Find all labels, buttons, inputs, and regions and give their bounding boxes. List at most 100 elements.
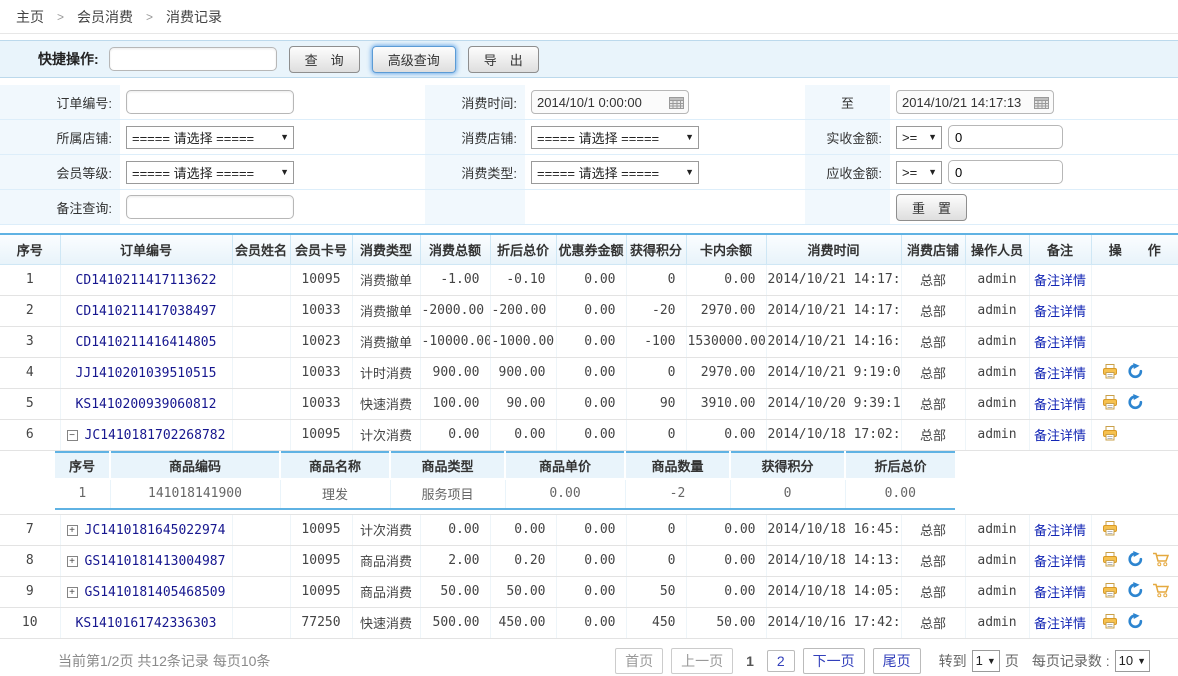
subtable-column-header: 商品类型 — [390, 452, 505, 479]
goods-subtable: 序号商品编码商品名称商品类型商品单价商品数量获得积分折后总价1141018141… — [55, 451, 955, 510]
order-no-link[interactable]: JC1410181645022974 — [85, 523, 226, 538]
consume-store-select[interactable]: ===== 请选择 =====▼ — [531, 126, 699, 149]
cell-store: 总部 — [901, 326, 965, 357]
page-size-select[interactable]: 10▼ — [1115, 650, 1150, 672]
cell-discounted: -200.00 — [490, 295, 556, 326]
own-store-select[interactable]: ===== 请选择 =====▼ — [126, 126, 294, 149]
cell-remark: 备注详情 — [1029, 545, 1091, 576]
chevron-down-icon: ▼ — [685, 167, 694, 177]
breadcrumb-member-consume[interactable]: 会员消费 — [77, 7, 133, 27]
order-no-link[interactable]: CD1410211417113622 — [76, 273, 217, 288]
consume-time-to-input[interactable]: 2014/10/21 14:17:13 — [896, 90, 1054, 114]
collapse-icon[interactable]: − — [67, 430, 78, 441]
goto-page-select[interactable]: 1▼ — [972, 650, 1000, 672]
page-next[interactable]: 下一页 — [803, 648, 865, 674]
remark-detail-link[interactable]: 备注详情 — [1034, 554, 1086, 569]
cell-coupon: 0.00 — [556, 419, 626, 450]
printer-icon[interactable] — [1102, 364, 1118, 382]
remark-detail-link[interactable]: 备注详情 — [1034, 428, 1086, 443]
expand-icon[interactable]: + — [67, 525, 78, 536]
cell-balance: 0.00 — [686, 264, 766, 295]
remark-detail-link[interactable]: 备注详情 — [1034, 366, 1086, 381]
query-button[interactable]: 查 询 — [289, 46, 360, 73]
due-amount-op-select[interactable]: >=▼ — [896, 161, 942, 184]
member-level-select[interactable]: ===== 请选择 =====▼ — [126, 161, 294, 184]
order-no-link[interactable]: CD1410211416414805 — [76, 335, 217, 350]
cell-consume-type: 计次消费 — [352, 514, 420, 545]
printer-icon[interactable] — [1102, 521, 1118, 539]
cell-order-no: −JC1410181702268782 — [60, 419, 232, 450]
cell-order-no: + GS1410181405468509 — [60, 576, 232, 607]
cell-remark: 备注详情 — [1029, 295, 1091, 326]
consume-time-from-input[interactable]: 2014/10/1 0:00:00 — [531, 90, 689, 114]
remark-detail-link[interactable]: 备注详情 — [1034, 616, 1086, 631]
calendar-icon[interactable] — [1034, 96, 1049, 109]
subtable-cell: 理发 — [280, 479, 390, 509]
cart-icon[interactable] — [1152, 551, 1170, 570]
column-header: 订单编号 — [60, 234, 232, 264]
undo-icon[interactable] — [1127, 582, 1143, 601]
due-amount-input[interactable] — [948, 160, 1063, 184]
calendar-icon[interactable] — [669, 96, 684, 109]
remark-detail-link[interactable]: 备注详情 — [1034, 304, 1086, 319]
cell-consume-type: 消费撤单 — [352, 295, 420, 326]
printer-icon[interactable] — [1102, 614, 1118, 632]
printer-icon[interactable] — [1102, 552, 1118, 570]
order-no-link[interactable]: JJ1410201039510515 — [76, 366, 217, 381]
order-no-link[interactable]: GS1410181413004987 — [85, 554, 226, 569]
cell-remark: 备注详情 — [1029, 388, 1091, 419]
undo-icon[interactable] — [1127, 394, 1143, 413]
remark-detail-link[interactable]: 备注详情 — [1034, 273, 1086, 288]
order-no-link[interactable]: CD1410211417038497 — [76, 304, 217, 319]
cell-balance: 0.00 — [686, 419, 766, 450]
advanced-query-button[interactable]: 高级查询 — [372, 46, 456, 73]
cell-operator: admin — [965, 295, 1029, 326]
cell-discounted: 0.00 — [490, 419, 556, 450]
printer-icon[interactable] — [1102, 395, 1118, 413]
remark-detail-link[interactable]: 备注详情 — [1034, 335, 1086, 350]
order-no-link[interactable]: KS1410161742336303 — [76, 616, 217, 631]
cart-icon[interactable] — [1152, 582, 1170, 601]
undo-icon[interactable] — [1127, 363, 1143, 382]
cell-operations — [1091, 576, 1178, 607]
cell-time: 2014/10/18 16:45:02 — [766, 514, 901, 545]
order-no-link[interactable]: GS1410181405468509 — [85, 585, 226, 600]
order-no-link[interactable]: JC1410181702268782 — [85, 428, 226, 443]
remark-detail-link[interactable]: 备注详情 — [1034, 523, 1086, 538]
expand-icon[interactable]: + — [67, 587, 78, 598]
page-size-label: 每页记录数 : — [1032, 651, 1110, 671]
remark-detail-link[interactable]: 备注详情 — [1034, 397, 1086, 412]
expand-icon[interactable]: + — [67, 556, 78, 567]
cell-member-name — [232, 357, 290, 388]
breadcrumb-home[interactable]: 主页 — [16, 7, 44, 27]
page-2[interactable]: 2 — [767, 650, 795, 672]
cell-operator: admin — [965, 514, 1029, 545]
quick-search-input[interactable] — [109, 47, 277, 71]
real-amount-label: 实收金额: — [805, 120, 890, 155]
remark-query-input[interactable] — [126, 195, 294, 219]
undo-icon[interactable] — [1127, 613, 1143, 632]
undo-icon[interactable] — [1127, 551, 1143, 570]
real-amount-input[interactable] — [948, 125, 1063, 149]
cell-points: 0 — [626, 545, 686, 576]
subtable-row: 序号商品编码商品名称商品类型商品单价商品数量获得积分折后总价1141018141… — [0, 450, 1178, 514]
cell-coupon: 0.00 — [556, 295, 626, 326]
remark-detail-link[interactable]: 备注详情 — [1034, 585, 1086, 600]
cell-row-no: 5 — [0, 388, 60, 419]
column-header: 消费时间 — [766, 234, 901, 264]
filter-panel: 订单编号: 消费时间: 2014/10/1 0:00:00 至 2014/10/… — [0, 85, 1178, 225]
breadcrumb-consume-records[interactable]: 消费记录 — [166, 7, 222, 27]
to-label: 至 — [805, 85, 890, 120]
printer-icon[interactable] — [1102, 583, 1118, 601]
printer-icon[interactable] — [1102, 426, 1118, 444]
real-amount-op-select[interactable]: >=▼ — [896, 126, 942, 149]
order-no-link[interactable]: KS1410200939060812 — [76, 397, 217, 412]
order-no-input[interactable] — [126, 90, 294, 114]
reset-button[interactable]: 重 置 — [896, 194, 967, 221]
export-button[interactable]: 导 出 — [468, 46, 539, 73]
page-last[interactable]: 尾页 — [873, 648, 921, 674]
chevron-down-icon: ▼ — [928, 132, 937, 142]
table-row: 1CD141021141711362210095消费撤单-1.00-0.100.… — [0, 264, 1178, 295]
cell-balance: 0.00 — [686, 545, 766, 576]
consume-type-select[interactable]: ===== 请选择 =====▼ — [531, 161, 699, 184]
